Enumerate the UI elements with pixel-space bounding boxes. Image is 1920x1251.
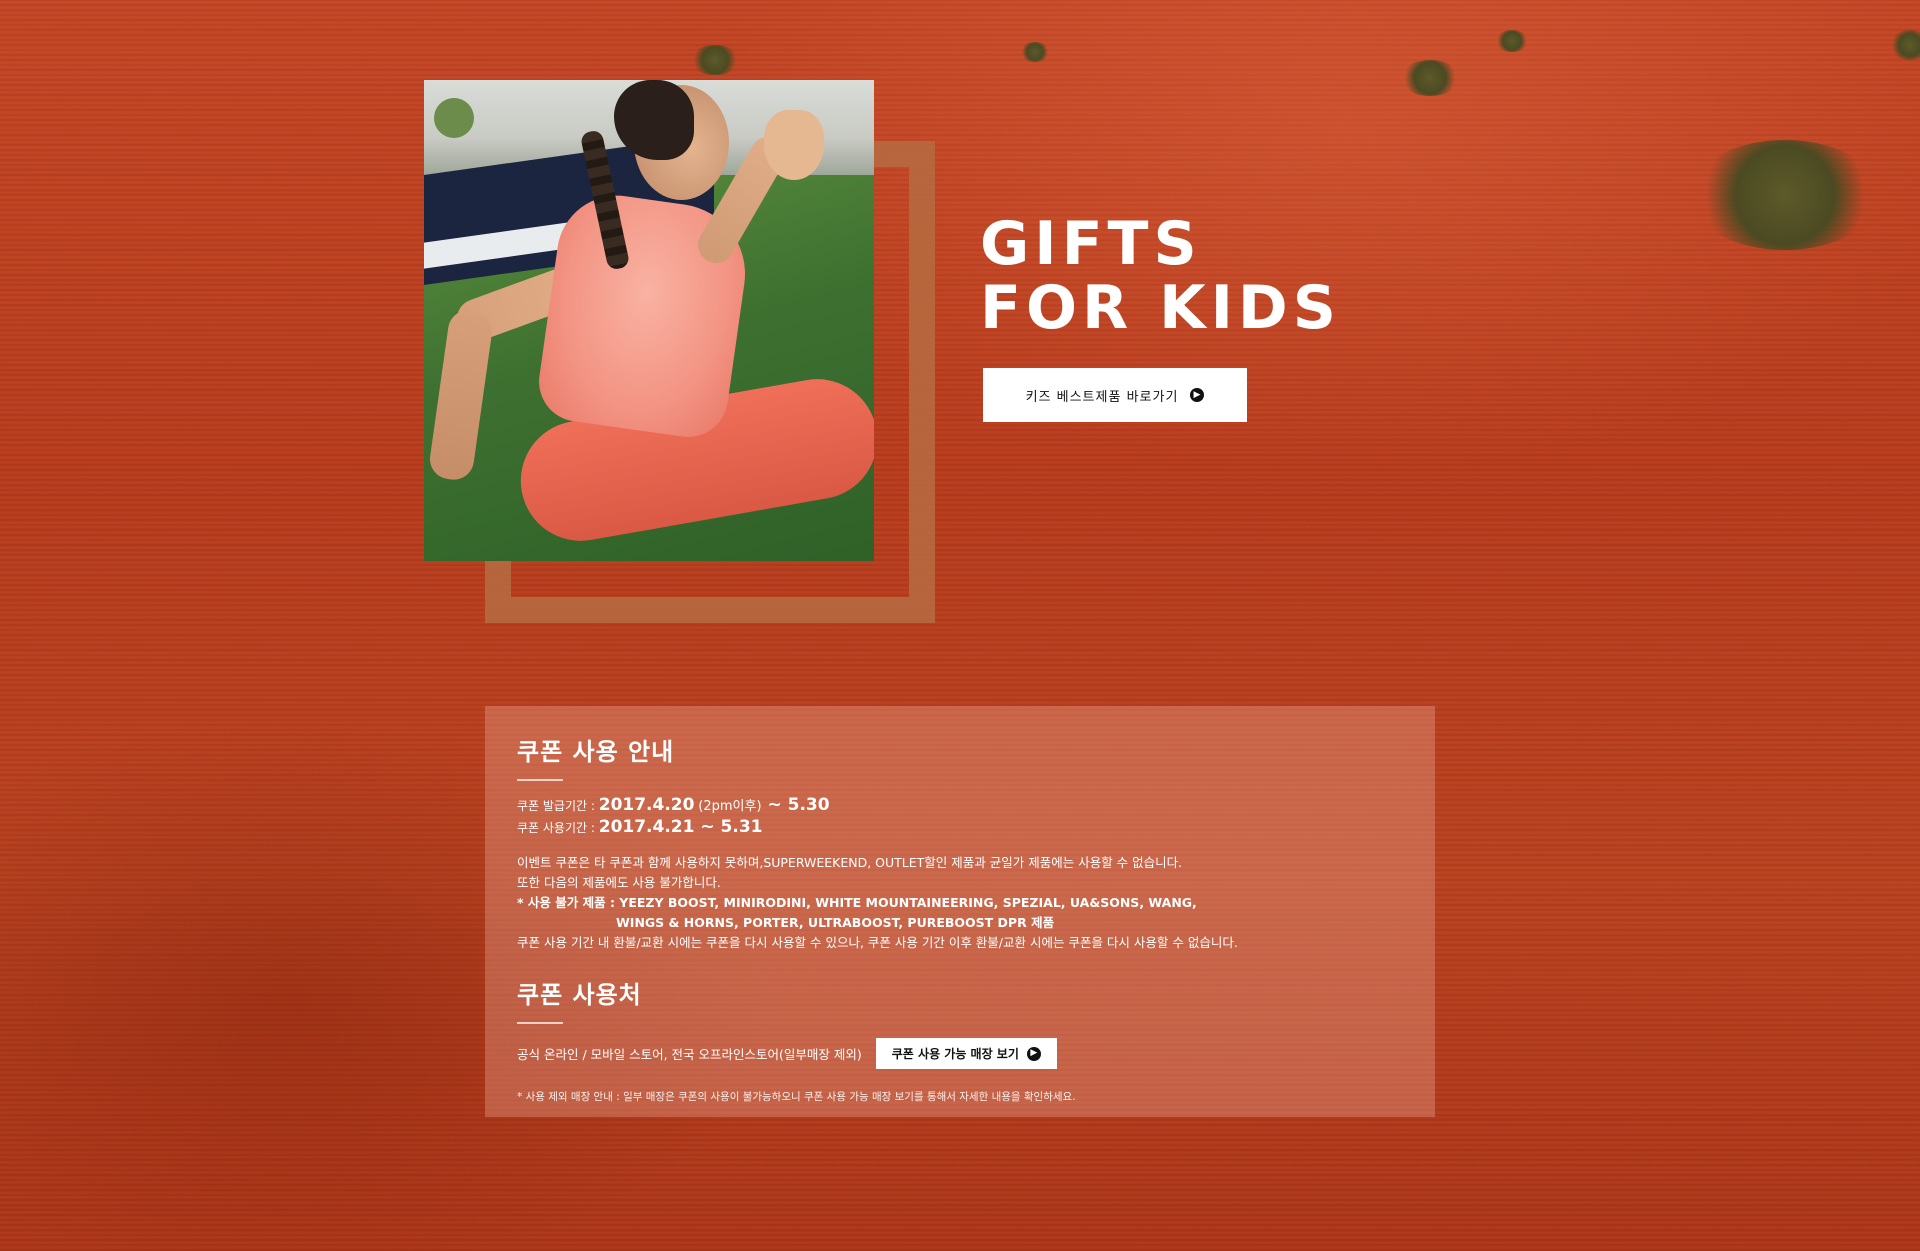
coupon-places: 공식 온라인 / 모바일 스토어, 전국 오프라인스토어(일부매장 제외) bbox=[517, 1047, 862, 1062]
coupon-note: 쿠폰 사용 기간 내 환불/교환 시에는 쿠폰을 다시 사용할 수 있으나, 쿠… bbox=[517, 935, 1238, 950]
photo-kid-hand bbox=[764, 110, 824, 180]
background-shrub bbox=[1020, 42, 1050, 62]
background-shrub bbox=[690, 45, 740, 75]
coupon-issue-period: 쿠폰 발급기간 : 2017.4.20 (2pm이후) ~ 5.30 bbox=[517, 795, 1403, 817]
coupon-issue-end: ~ 5.30 bbox=[761, 795, 830, 815]
background-shrub bbox=[1690, 140, 1880, 250]
arrow-right-circle-icon: ▶ bbox=[1026, 1046, 1041, 1061]
hero-photo bbox=[424, 80, 874, 561]
coupon-issue-start: 2017.4.20 bbox=[598, 795, 695, 815]
coupon-guide-title: 쿠폰 사용 안내 bbox=[517, 738, 675, 766]
coupon-info-panel: 쿠폰 사용 안내 쿠폰 발급기간 : 2017.4.20 (2pm이후) ~ 5… bbox=[485, 706, 1435, 1117]
coupon-exclusions: * 사용 불가 제품 : YEEZY BOOST, MINIRODINI, WH… bbox=[517, 895, 1197, 910]
title-underline bbox=[517, 1022, 563, 1024]
coupon-note: 또한 다음의 제품에도 사용 불가합니다. bbox=[517, 875, 721, 890]
arrow-right-circle-icon: ▶ bbox=[1190, 388, 1205, 402]
kids-best-products-button[interactable]: 키즈 베스트제품 바로가기 ▶ bbox=[983, 368, 1247, 422]
coupon-stores-button[interactable]: 쿠폰 사용 가능 매장 보기 ▶ bbox=[875, 1038, 1057, 1069]
coupon-where-row: 공식 온라인 / 모바일 스토어, 전국 오프라인스토어(일부매장 제외) 쿠폰… bbox=[517, 1038, 1403, 1069]
hero-title-line1: GIFTS bbox=[980, 209, 1202, 279]
coupon-note: 이벤트 쿠폰은 타 쿠폰과 함께 사용하지 못하며,SUPERWEEKEND, … bbox=[517, 855, 1183, 870]
background-shrub bbox=[1495, 30, 1529, 52]
coupon-exclusions-cont: WINGS & HORNS, PORTER, ULTRABOOST, PUREB… bbox=[616, 915, 1055, 930]
hero-title: GIFTS FOR KIDS bbox=[980, 212, 1341, 340]
coupon-issue-note: (2pm이후) bbox=[698, 799, 762, 814]
coupon-use-value: 2017.4.21 ~ 5.31 bbox=[598, 817, 763, 837]
background-shrub bbox=[1890, 30, 1920, 60]
coupon-use-label: 쿠폰 사용기간 : bbox=[517, 821, 599, 835]
coupon-footnote: * 사용 제외 매장 안내 : 일부 매장은 쿠폰의 사용이 불가능하오니 쿠폰… bbox=[517, 1091, 1076, 1103]
coupon-where-section: 쿠폰 사용처 공식 온라인 / 모바일 스토어, 전국 오프라인스토어(일부매장… bbox=[517, 975, 1403, 1104]
coupon-where-title: 쿠폰 사용처 bbox=[517, 981, 642, 1009]
background-shrub bbox=[1400, 60, 1460, 96]
title-underline bbox=[517, 779, 563, 781]
coupon-notes: 이벤트 쿠폰은 타 쿠폰과 함께 사용하지 못하며,SUPERWEEKEND, … bbox=[517, 853, 1403, 953]
hero-title-line2: FOR KIDS bbox=[980, 273, 1341, 343]
coupon-use-period: 쿠폰 사용기간 : 2017.4.21 ~ 5.31 bbox=[517, 817, 1403, 839]
coupon-stores-label: 쿠폰 사용 가능 매장 보기 bbox=[891, 1047, 1019, 1061]
kids-best-products-label: 키즈 베스트제품 바로가기 bbox=[1025, 389, 1179, 405]
coupon-issue-label: 쿠폰 발급기간 : bbox=[517, 799, 599, 813]
photo-tree bbox=[434, 98, 474, 138]
